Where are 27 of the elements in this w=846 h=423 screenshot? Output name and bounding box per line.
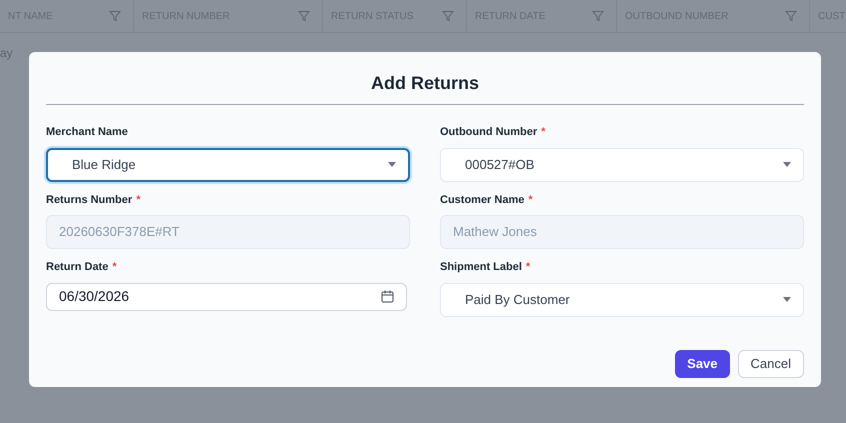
filter-icon[interactable] — [298, 10, 310, 22]
caret-icon — [783, 297, 791, 302]
filter-icon[interactable] — [109, 10, 121, 22]
cancel-button[interactable]: Cancel — [738, 350, 804, 378]
required-asterisk: * — [136, 192, 140, 208]
required-asterisk: * — [526, 260, 530, 275]
required-asterisk: * — [528, 192, 533, 208]
filter-icon[interactable] — [785, 10, 797, 22]
field-label: Returns Number — [46, 192, 132, 208]
field-label: Return Date — [46, 260, 108, 275]
filter-icon[interactable] — [442, 10, 454, 22]
select-field[interactable]: Blue Ridge — [46, 148, 410, 182]
field-label: Customer Name — [440, 192, 524, 208]
filter-icon[interactable] — [592, 10, 604, 22]
dialog-title: Add Returns — [371, 72, 479, 95]
caret-icon — [783, 162, 791, 167]
save-button[interactable]: Save — [675, 350, 730, 378]
field-label: Outbound Number — [440, 125, 538, 140]
field-label: Shipment Label — [440, 260, 522, 275]
caret-icon — [388, 162, 396, 167]
field-label: Merchant Name — [46, 125, 128, 140]
date-field[interactable]: 06/30/2026 — [46, 282, 407, 310]
select-field[interactable]: 000527#OB — [440, 148, 804, 182]
required-asterisk: * — [541, 125, 546, 140]
select-field[interactable]: Paid By Customer — [440, 282, 804, 316]
required-asterisk: * — [112, 260, 117, 275]
calendar-icon[interactable] — [381, 290, 394, 303]
